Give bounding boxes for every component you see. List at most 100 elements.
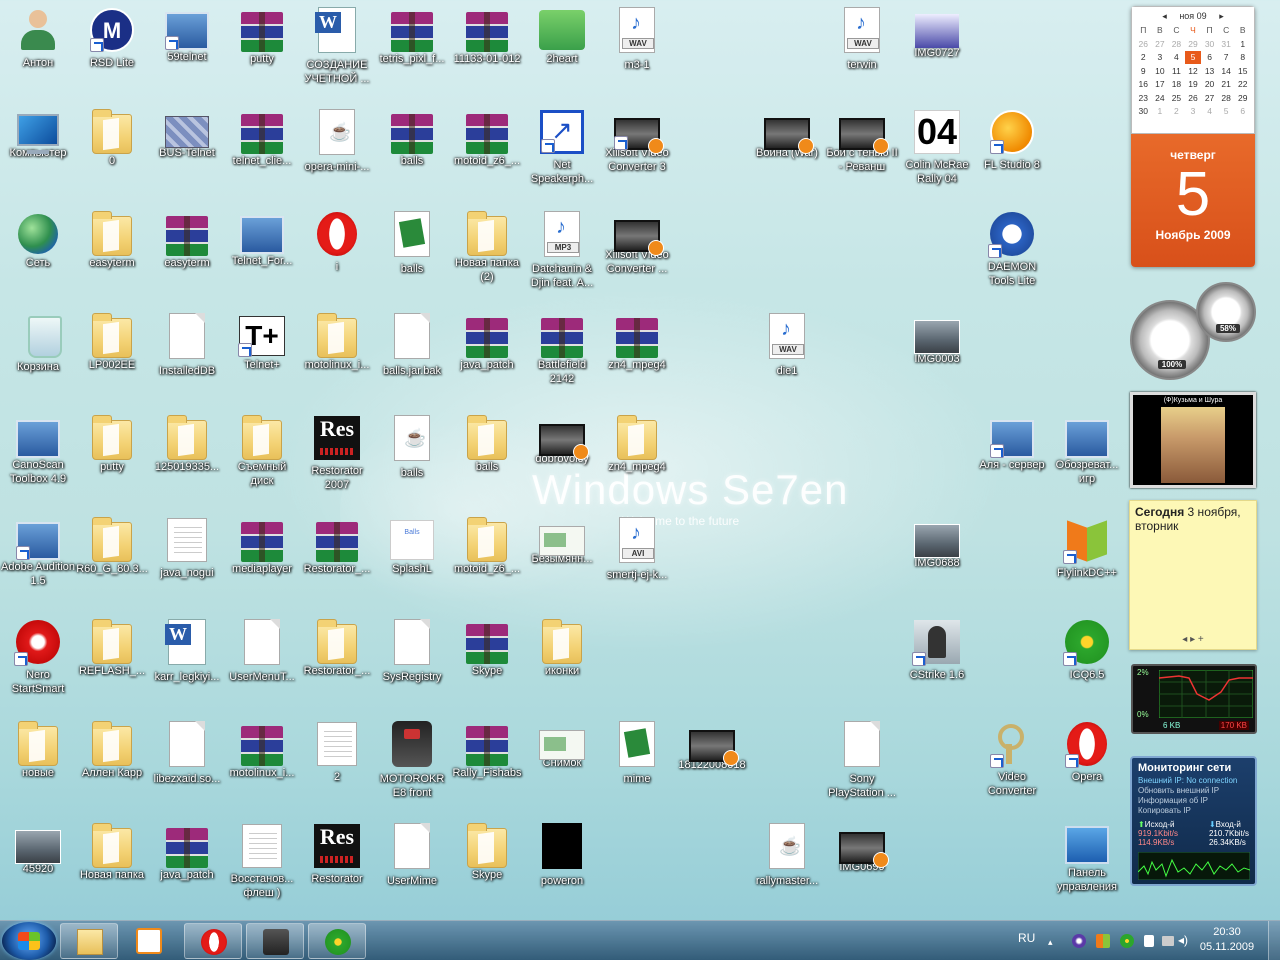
calendar-day[interactable]: 12 (1185, 65, 1202, 78)
network-tray-icon[interactable] (1162, 936, 1174, 946)
desktop-icon-easyterm-r[interactable]: easyterm (149, 210, 225, 310)
tray-app-icon[interactable] (1072, 934, 1086, 948)
desktop-icon-cstrike[interactable]: CStrike 1.6 (899, 618, 975, 718)
desktop-icon-novye[interactable]: новые (0, 720, 76, 820)
desktop-icon-anton[interactable]: Антон (0, 6, 76, 106)
desktop-icon-libezx[interactable]: libezxaid.so... (149, 720, 225, 820)
desktop-icon-zn4-mpeg4-r[interactable]: zn4_mpeg4 (599, 312, 675, 412)
calendar-month-nav[interactable]: ◂ ноя 09 ▸ (1135, 11, 1251, 22)
desktop-icon-reflash[interactable]: REFLASH_... (74, 618, 150, 718)
show-desktop-button[interactable] (1268, 921, 1280, 960)
desktop-icon-i-opera[interactable]: i (299, 210, 375, 310)
desktop-icon-motoid-z6[interactable]: motoid_z6_... (449, 108, 525, 208)
desktop-icon-new-folder-2[interactable]: Новая папка (2) (449, 210, 525, 310)
desktop-icon-motolinux-1[interactable]: motolinux_i... (299, 312, 375, 412)
calendar-day[interactable]: 30 (1201, 38, 1218, 51)
desktop-icon-rsd-lite[interactable]: RSD Lite (74, 6, 150, 106)
calendar-day[interactable]: 27 (1152, 38, 1169, 51)
slideshow-gadget[interactable]: (Ф)Кузьма и Шура (1130, 392, 1256, 488)
desktop-icon-colin[interactable]: Colin McRae Rally 04 (899, 108, 975, 208)
desktop-icon-restorator-f[interactable]: Restorator_... (299, 618, 375, 718)
desktop-icon-terwin[interactable]: terwin (824, 6, 900, 106)
calendar-day[interactable]: 13 (1201, 65, 1218, 78)
desktop-icon-vosstanov[interactable]: Восстанов... флеш ) (224, 822, 300, 922)
desktop-icon-fl-studio[interactable]: FL Studio 8 (974, 108, 1050, 208)
calendar-day[interactable]: 2 (1135, 51, 1152, 64)
next-month-icon[interactable]: ▸ (1219, 11, 1224, 21)
calendar-day[interactable]: 15 (1234, 65, 1251, 78)
desktop-icon-restorator-2007[interactable]: Restorator 2007 (299, 414, 375, 514)
desktop-icon-ikonki[interactable]: иконки (524, 618, 600, 718)
desktop-icon-usermenu[interactable]: UserMenuT... (224, 618, 300, 718)
language-indicator[interactable]: RU (1018, 931, 1035, 945)
desktop-icon-rallymaster[interactable]: rallymaster... (749, 822, 825, 922)
desktop-icon-putty-f[interactable]: putty (74, 414, 150, 514)
desktop-icon-f-125019[interactable]: 125019335... (149, 414, 225, 514)
desktop-icon-usermime[interactable]: UserMime (374, 822, 450, 922)
desktop-icon-balls-jarbak[interactable]: balls.jar.bak (374, 312, 450, 412)
calendar-day[interactable]: 19 (1185, 78, 1202, 91)
refresh-ip-link[interactable]: Обновить внешний IP (1138, 786, 1249, 796)
taskbar-icq-button[interactable] (308, 923, 366, 959)
desktop-icon-allen[interactable]: Аллен Карр (74, 720, 150, 820)
desktop-icon-java-nogui[interactable]: java_nogui (149, 516, 225, 616)
desktop-icon-removable[interactable]: Съемный диск (224, 414, 300, 514)
desktop-icon-java-patch-1[interactable]: java_patch (449, 312, 525, 412)
desktop-icon-balls-rar[interactable]: balls (374, 108, 450, 208)
desktop-icon-restorator-r[interactable]: Restorator_... (299, 516, 375, 616)
calendar-day[interactable]: 4 (1201, 105, 1218, 118)
desktop-icon-59telnet[interactable]: 59telnet (149, 6, 225, 106)
desktop-icon-mime[interactable]: mime (599, 720, 675, 820)
desktop-icon-battlefield[interactable]: Battlefield 2142 (524, 312, 600, 412)
calendar-day[interactable]: 17 (1152, 78, 1169, 91)
taskbar-clock[interactable]: 20:30 05.11.2009 (1190, 925, 1264, 955)
desktop-icon-installeddb[interactable]: InstalledDB (149, 312, 225, 412)
desktop-icon-audition[interactable]: Adobe Audition 1.5 (0, 516, 76, 616)
calendar-day[interactable]: 26 (1135, 38, 1152, 51)
prev-month-icon[interactable]: ◂ (1162, 11, 1167, 21)
desktop-icon-control-panel[interactable]: Панель управления (1049, 822, 1125, 922)
note-nav[interactable]: ◂ ▸ + (1130, 634, 1256, 645)
desktop-icon-sozdanie[interactable]: СОЗДАНИЕ УЧЕТНОЙ ... (299, 6, 375, 106)
desktop-icon-telnet-plus[interactable]: Telnet+ (224, 312, 300, 412)
calendar-day[interactable]: 6 (1201, 51, 1218, 64)
desktop-icon-alya[interactable]: Аля - сервер (974, 414, 1050, 514)
desktop-icon-snimok[interactable]: Снимок (524, 720, 600, 820)
calendar-day[interactable]: 4 (1168, 51, 1185, 64)
taskbar-xilisoft-button[interactable] (246, 923, 304, 959)
desktop-icon-img0699[interactable]: IMG0699 (824, 822, 900, 922)
calendar-day[interactable]: 21 (1218, 78, 1235, 91)
calendar-day[interactable]: 18 (1168, 78, 1185, 91)
desktop-icon-easyterm-f[interactable]: easyterm (74, 210, 150, 310)
desktop-icon-trash[interactable]: Корзина (0, 312, 76, 412)
calendar-day[interactable]: 8 (1234, 51, 1251, 64)
desktop-icon-telnet-for[interactable]: Telnet_For... (224, 210, 300, 310)
cpu-graph-gadget[interactable]: 2% 0% 6 KB 170 KB (1131, 664, 1257, 734)
calendar-day[interactable]: 24 (1152, 92, 1169, 105)
flylink-tray-icon[interactable] (1096, 934, 1110, 948)
desktop-icon-rally[interactable]: Rally_Fishabs (449, 720, 525, 820)
calendar-day[interactable]: 26 (1185, 92, 1202, 105)
calendar-day[interactable]: 6 (1234, 105, 1251, 118)
taskbar-explorer-button[interactable] (60, 923, 118, 959)
taskbar-media-player-button[interactable] (120, 923, 178, 959)
desktop-icon-xilisoft-2[interactable]: Xilisoft Video Converter ... (599, 210, 675, 310)
copy-ip-link[interactable]: Копировать IP (1138, 806, 1249, 816)
desktop-icon-sony[interactable]: Sony PlayStation ... (824, 720, 900, 820)
calendar-day[interactable]: 1 (1234, 38, 1251, 51)
calendar-gadget[interactable]: ◂ ноя 09 ▸ П В С Ч П С В 26 27 28 29 30 31 1 2 3 4 5 6 7 8 9 1… (1131, 6, 1255, 267)
desktop-icon-die1[interactable]: die1 (749, 312, 825, 412)
desktop-icon-splashl[interactable]: Balls SplashL (374, 516, 450, 616)
desktop-icon-skype-f[interactable]: Skype (449, 822, 525, 922)
start-button[interactable] (2, 922, 56, 960)
desktop-icon-m3-1[interactable]: m3-1 (599, 6, 675, 106)
desktop-icon-mediaplayer[interactable]: mediaplayer (224, 516, 300, 616)
desktop-icon-sysregistry[interactable]: SysRegistry (374, 618, 450, 718)
desktop-icon-img0727[interactable]: IMG0727 (899, 6, 975, 106)
calendar-day[interactable]: 3 (1185, 105, 1202, 118)
flag-tray-icon[interactable] (1144, 935, 1154, 947)
desktop-icon-2heart[interactable]: 2heart (524, 6, 600, 106)
calendar-day[interactable]: 1 (1152, 105, 1169, 118)
desktop-icon-putty-rar[interactable]: putty (224, 6, 300, 106)
desktop-icon-two[interactable]: 2 (299, 720, 375, 820)
